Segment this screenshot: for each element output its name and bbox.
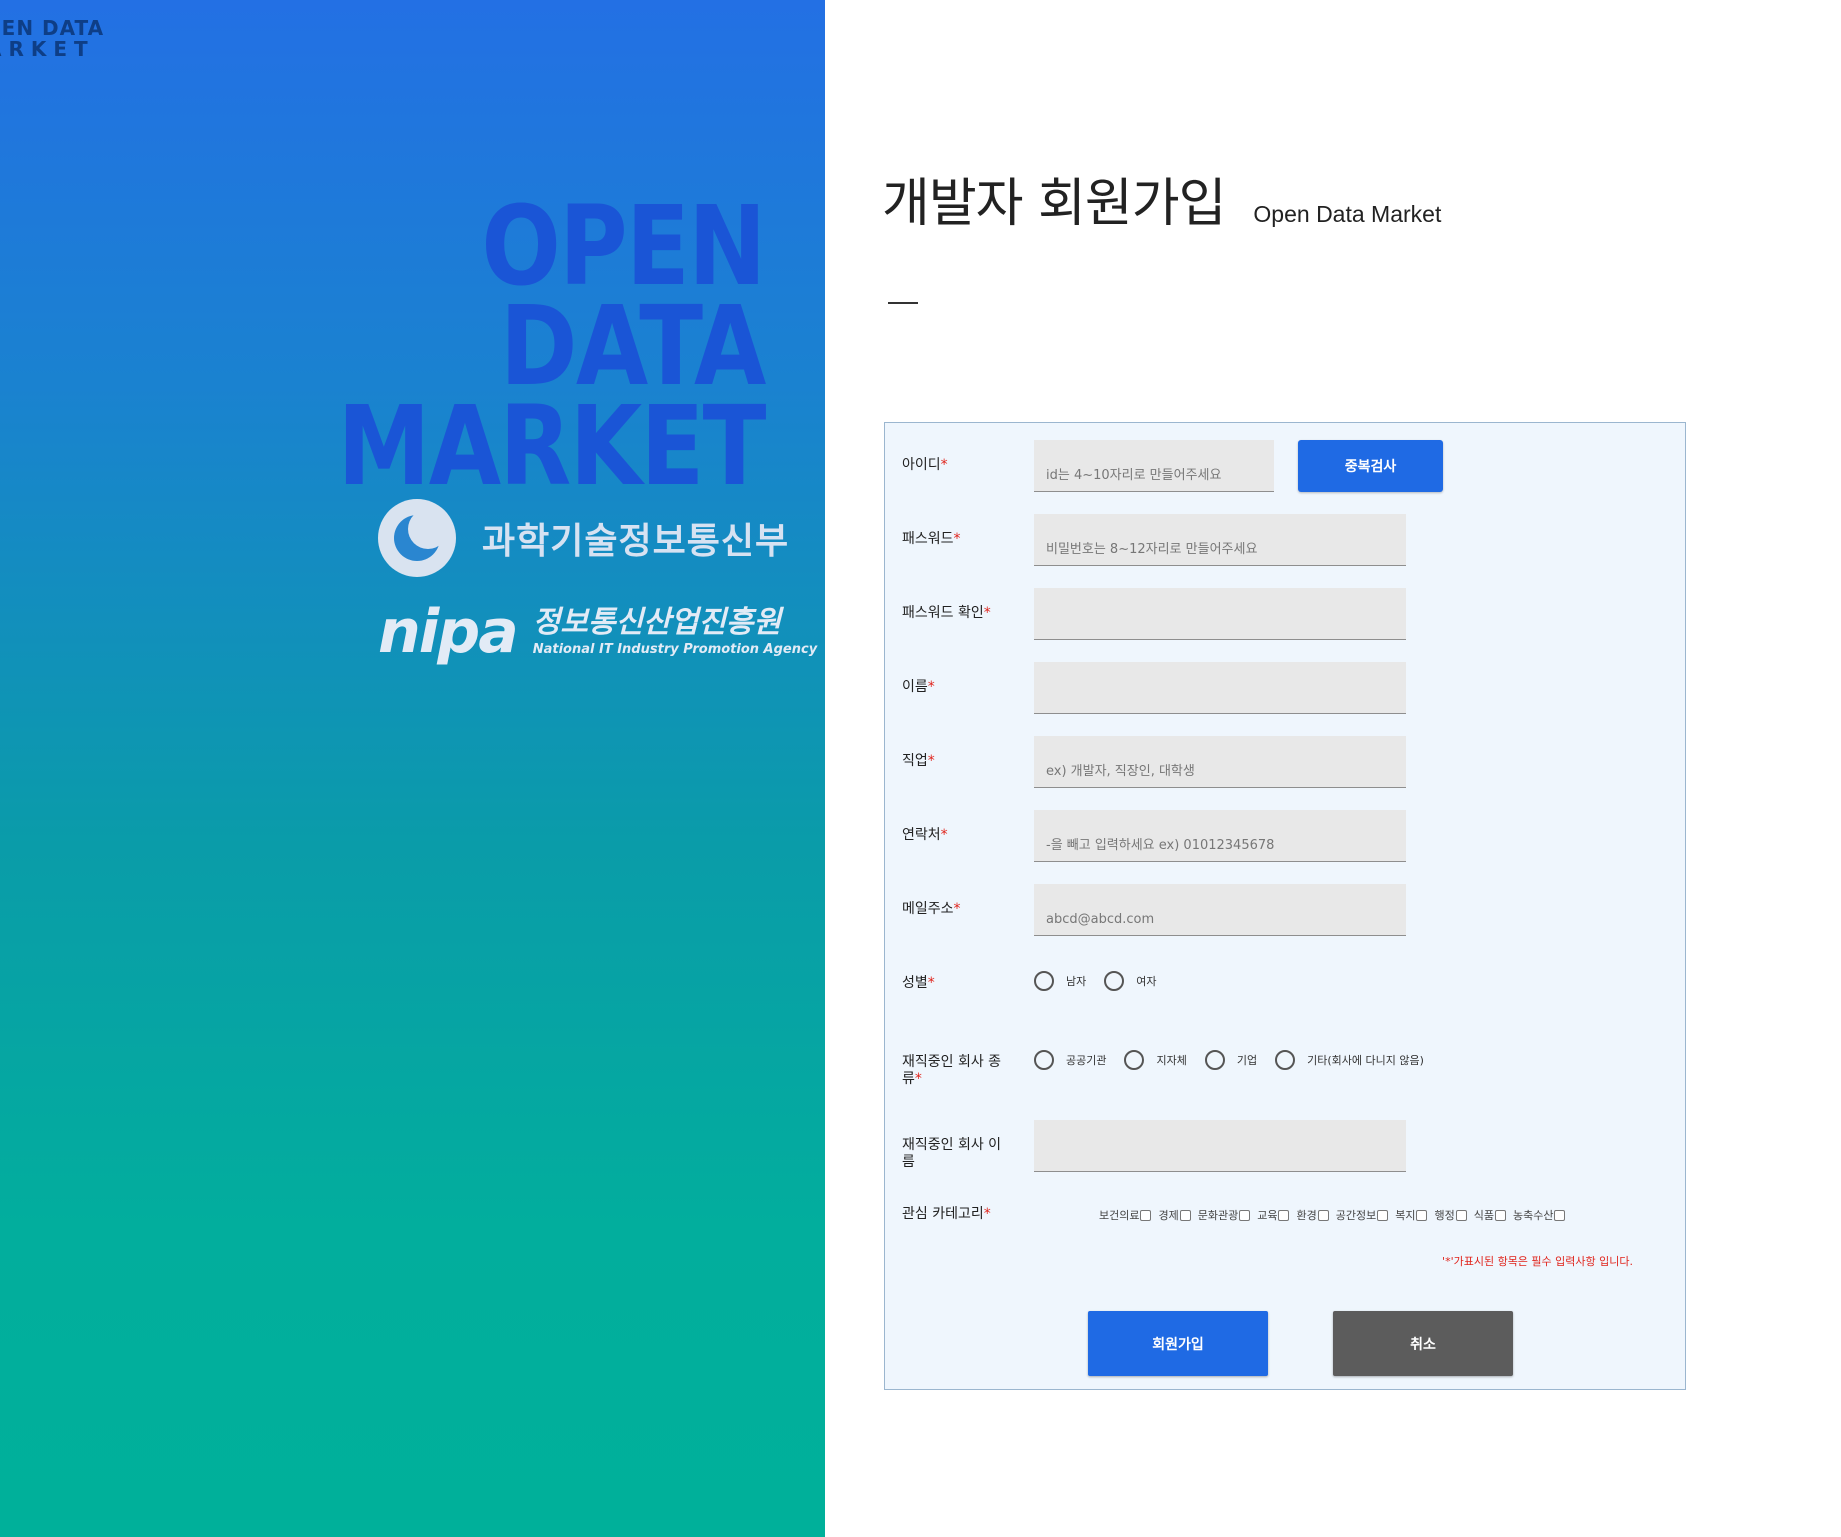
signup-submit-button[interactable]: 회원가입 bbox=[1088, 1311, 1268, 1376]
category-education-checkbox[interactable] bbox=[1278, 1209, 1290, 1221]
category-welfare-checkbox[interactable] bbox=[1416, 1209, 1428, 1221]
name-input[interactable] bbox=[1034, 662, 1406, 714]
required-notice: '*'가표시된 항목은 필수 입력사항 입니다. bbox=[1442, 1255, 1633, 1268]
phone-label: 연락처* bbox=[902, 827, 948, 843]
gender-label: 성별* bbox=[902, 975, 935, 991]
logo-line-market: MARKET bbox=[337, 382, 767, 510]
logo-line-data: DATA bbox=[500, 282, 767, 410]
signup-form: 아이디* 중복검사 패스워드* 패스워드 확인* 이름* 직업* 연락처* 메일… bbox=[884, 422, 1686, 1390]
category-environment-checkbox[interactable] bbox=[1317, 1209, 1329, 1221]
category-label: 경제 bbox=[1158, 1209, 1179, 1222]
category-food-checkbox[interactable] bbox=[1494, 1209, 1506, 1221]
company-type-other-label[interactable]: 기타(회사에 다니지 않음) bbox=[1307, 1052, 1424, 1068]
gender-male-radio[interactable] bbox=[1034, 971, 1054, 991]
page-header: 개발자 회원가입 Open Data Market bbox=[882, 172, 1441, 236]
id-input[interactable] bbox=[1034, 440, 1274, 492]
password-input[interactable] bbox=[1034, 514, 1406, 566]
page-title: 개발자 회원가입 bbox=[882, 174, 1226, 234]
company-type-label: 재직중인 회사 종 류* bbox=[902, 1054, 1002, 1087]
gender-male-label[interactable]: 남자 bbox=[1066, 973, 1086, 989]
company-name-label: 재직중인 회사 이름 bbox=[902, 1137, 1002, 1170]
nipa-logo: nipa 정보통신산업진흥원 National IT Industry Prom… bbox=[378, 602, 817, 662]
company-type-local-gov-radio[interactable] bbox=[1124, 1050, 1145, 1070]
page-subtitle: Open Data Market bbox=[1253, 201, 1442, 227]
company-type-public-label[interactable]: 공공기관 bbox=[1066, 1052, 1106, 1068]
password-label: 패스워드* bbox=[902, 531, 961, 547]
company-type-enterprise-radio[interactable] bbox=[1204, 1050, 1225, 1070]
company-name-input[interactable] bbox=[1034, 1120, 1406, 1172]
category-label: 농축수산 bbox=[1512, 1209, 1554, 1222]
brand-panel: PEN DATA ARKET OPEN DATA MARKET 과학기술정보통신… bbox=[0, 0, 825, 1537]
category-culture-tourism-checkbox[interactable] bbox=[1239, 1209, 1251, 1221]
job-label: 직업* bbox=[902, 753, 935, 769]
logo-line-open: OPEN bbox=[481, 182, 767, 310]
corner-logo-line2: ARKET bbox=[0, 37, 95, 61]
gender-female-label[interactable]: 여자 bbox=[1136, 973, 1156, 989]
category-label: 행정 bbox=[1434, 1209, 1455, 1222]
nipa-mark: nipa bbox=[378, 597, 519, 667]
corner-logo-line1: PEN DATA bbox=[0, 16, 105, 40]
corner-logo[interactable]: PEN DATA ARKET bbox=[0, 18, 104, 60]
ministry-emblem-icon bbox=[378, 499, 456, 577]
name-label: 이름* bbox=[902, 679, 935, 695]
company-type-other-radio[interactable] bbox=[1275, 1050, 1296, 1070]
password-confirm-label: 패스워드 확인* bbox=[902, 605, 991, 621]
category-administration-checkbox[interactable] bbox=[1455, 1209, 1467, 1221]
company-type-radio-group: 공공기관 지자체 기업 기타(회사에 다니지 않음) bbox=[1034, 1050, 1442, 1070]
category-label: 교육 bbox=[1257, 1209, 1278, 1222]
category-agriculture-checkbox[interactable] bbox=[1554, 1209, 1566, 1221]
email-input[interactable] bbox=[1034, 884, 1406, 936]
company-type-enterprise-label[interactable]: 기업 bbox=[1237, 1052, 1257, 1068]
category-label: 식품 bbox=[1473, 1209, 1494, 1222]
cancel-button[interactable]: 취소 bbox=[1333, 1311, 1513, 1376]
ministry-logo: 과학기술정보통신부 bbox=[378, 498, 789, 578]
company-type-local-gov-label[interactable]: 지자체 bbox=[1156, 1052, 1186, 1068]
category-label: 환경 bbox=[1296, 1209, 1317, 1222]
id-label: 아이디* bbox=[902, 457, 948, 473]
category-label: 복지 bbox=[1395, 1209, 1416, 1222]
interest-category-group: 보건의료 경제 문화관광 교육 환경 공간정보 복지 행정 식품 농축수산 bbox=[1099, 1207, 1572, 1223]
category-spatial-checkbox[interactable] bbox=[1377, 1209, 1389, 1221]
gender-female-radio[interactable] bbox=[1104, 971, 1125, 991]
job-input[interactable] bbox=[1034, 736, 1406, 788]
phone-input[interactable] bbox=[1034, 810, 1406, 862]
duplicate-check-button[interactable]: 중복검사 bbox=[1298, 440, 1443, 492]
category-health-checkbox[interactable] bbox=[1140, 1209, 1152, 1221]
email-label: 메일주소* bbox=[902, 901, 961, 917]
category-label: 문화관광 bbox=[1197, 1209, 1239, 1222]
gender-radio-group: 남자 여자 bbox=[1034, 971, 1175, 991]
open-data-market-logo: OPEN DATA MARKET bbox=[262, 182, 767, 510]
category-economy-checkbox[interactable] bbox=[1179, 1209, 1191, 1221]
title-divider bbox=[888, 302, 918, 304]
company-type-public-radio[interactable] bbox=[1034, 1050, 1054, 1070]
category-label: 보건의료 bbox=[1099, 1209, 1140, 1222]
password-confirm-input[interactable] bbox=[1034, 588, 1406, 640]
ministry-name: 과학기술정보통신부 bbox=[482, 521, 790, 562]
nipa-english-name: National IT Industry Promotion Agency bbox=[532, 642, 818, 657]
category-label: 공간정보 bbox=[1335, 1209, 1377, 1222]
interest-label: 관심 카테고리* bbox=[902, 1206, 991, 1222]
nipa-korean-name: 정보통신산업진흥원 bbox=[532, 605, 782, 640]
